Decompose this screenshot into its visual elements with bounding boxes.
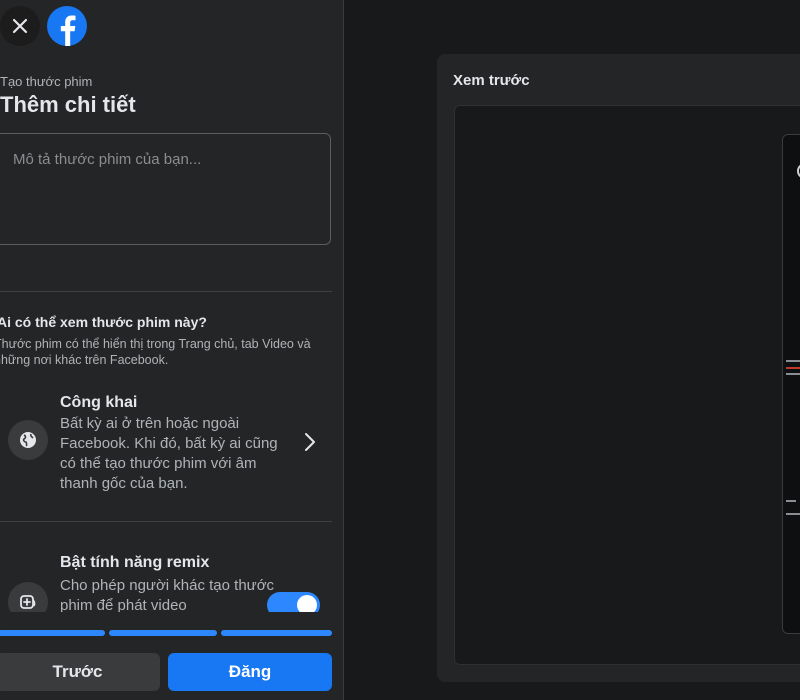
preview-title: Xem trước: [453, 72, 530, 89]
remix-title: Bật tính năng remix: [60, 554, 210, 571]
page-title: Thêm chi tiết: [0, 92, 136, 117]
audience-option-title: Công khai: [60, 394, 138, 411]
facebook-logo[interactable]: [47, 6, 87, 46]
divider: [0, 291, 332, 292]
close-icon: [12, 18, 28, 34]
mini-line: [786, 360, 800, 362]
description-input[interactable]: [0, 134, 330, 244]
close-button[interactable]: [0, 6, 40, 46]
preview-frame: [454, 105, 800, 665]
audience-option-description: Bất kỳ ai ở trên hoặc ngoài Facebook. Kh…: [60, 415, 278, 492]
description-field-container: [0, 133, 331, 245]
mini-line: [786, 367, 800, 369]
progress-step-3: [221, 630, 332, 636]
mini-line: [786, 513, 800, 515]
globe-icon: [20, 432, 36, 448]
remix-description: Cho phép người khác tạo thước phim để ph…: [60, 577, 275, 614]
preview-thumbnail: [782, 134, 800, 634]
audience-option-public[interactable]: Công khai Bất kỳ ai ở trên hoặc ngoài Fa…: [0, 392, 332, 502]
audience-heading: Ai có thể xem thước phim này?: [0, 314, 207, 330]
preview-card: Xem trước: [437, 54, 800, 682]
reel-composer: Tạo thước phim Thêm chi tiết Ai có thể x…: [0, 0, 800, 700]
progress-step-2: [109, 630, 217, 636]
post-button[interactable]: Đăng: [168, 653, 332, 691]
divider: [0, 521, 332, 522]
mini-line: [786, 500, 796, 502]
details-panel: Tạo thước phim Thêm chi tiết Ai có thể x…: [0, 0, 344, 700]
page-subtitle: Tạo thước phim: [0, 74, 93, 89]
mini-line: [786, 373, 800, 375]
remix-icon: [20, 595, 36, 609]
progress-step-1: [0, 630, 105, 636]
chevron-right-icon: [300, 432, 320, 452]
globe-icon-container: [8, 420, 48, 460]
audience-description: Thước phim có thể hiển thị trong Trang c…: [0, 337, 311, 367]
previous-button[interactable]: Trước: [0, 653, 160, 691]
